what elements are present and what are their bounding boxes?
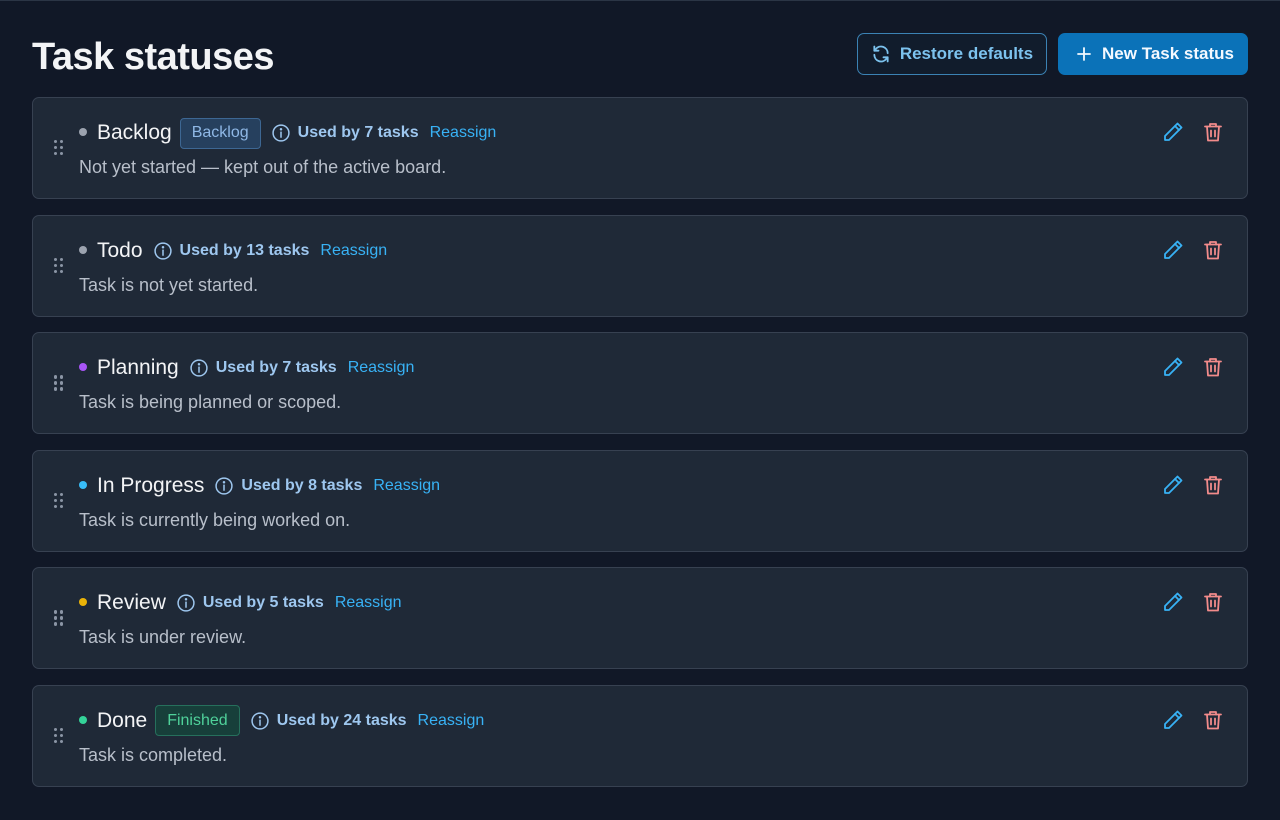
usage-count: Used by 7 tasks <box>297 124 419 141</box>
status-header: In Progress Used by 8 tasks Reassign <box>79 471 440 501</box>
usage-count: Used by 24 tasks <box>276 711 407 729</box>
status-header: Review Used by 5 tasks Reassign <box>79 588 402 618</box>
drag-handle-icon[interactable] <box>54 727 66 744</box>
info-icon[interactable] <box>214 476 234 496</box>
edit-button[interactable] <box>1161 120 1185 144</box>
status-badge: Finished <box>155 705 240 737</box>
status-description: Task is being planned or scoped. <box>79 392 342 413</box>
edit-button[interactable] <box>1161 473 1185 497</box>
status-name: Todo <box>97 238 143 262</box>
status-card: Done Finished Used by 24 tasks Reassign … <box>32 684 1248 787</box>
info-icon[interactable] <box>153 241 173 261</box>
header-actions: Restore defaults New Task status <box>856 33 1248 75</box>
status-description: Task is completed. <box>79 744 228 765</box>
status-color-dot <box>79 128 87 136</box>
edit-button[interactable] <box>1161 238 1185 262</box>
status-description: Task is currently being worked on. <box>79 509 351 530</box>
new-task-status-label: New Task status <box>1102 44 1234 63</box>
status-color-dot <box>79 715 87 724</box>
status-header: Planning Used by 7 tasks Reassign <box>79 353 414 383</box>
page-title: Task statuses <box>32 35 275 78</box>
status-color-dot <box>79 598 87 607</box>
info-icon[interactable] <box>176 593 196 613</box>
status-card: Backlog Backlog Used by 7 tasks Reassign… <box>32 97 1248 199</box>
info-icon[interactable] <box>189 358 209 378</box>
drag-handle-icon[interactable] <box>54 492 66 509</box>
reassign-link[interactable]: Reassign <box>320 242 387 260</box>
reassign-link[interactable]: Reassign <box>348 359 415 377</box>
reassign-link[interactable]: Reassign <box>335 594 402 612</box>
reassign-link[interactable]: Reassign <box>430 124 497 142</box>
status-description: Task is under review. <box>79 627 247 648</box>
delete-button[interactable] <box>1201 473 1225 497</box>
restore-defaults-button[interactable]: Restore defaults <box>856 33 1048 75</box>
edit-button[interactable] <box>1161 590 1185 614</box>
status-card: Todo Used by 13 tasks Reassign Task is n… <box>32 214 1248 317</box>
usage-count: Used by 13 tasks <box>179 241 310 259</box>
edit-button[interactable] <box>1161 708 1185 732</box>
top-divider <box>0 0 1280 1</box>
info-icon[interactable] <box>250 711 270 731</box>
status-name: In Progress <box>97 473 205 497</box>
edit-button[interactable] <box>1161 355 1185 379</box>
status-header: Backlog Backlog Used by 7 tasks Reassign <box>79 117 497 149</box>
reassign-link[interactable]: Reassign <box>418 712 485 730</box>
status-color-dot <box>79 245 87 254</box>
status-header: Done Finished Used by 24 tasks Reassign <box>79 705 485 737</box>
restore-defaults-label: Restore defaults <box>899 44 1034 63</box>
status-card: Review Used by 5 tasks Reassign Task is … <box>32 567 1248 670</box>
page-header: Task statuses Restore defaults New Task … <box>32 32 1248 78</box>
delete-button[interactable] <box>1201 590 1225 614</box>
status-badge: Backlog <box>179 117 261 149</box>
status-color-dot <box>79 363 87 372</box>
plus-icon <box>1077 47 1091 61</box>
status-name: Done <box>97 708 148 732</box>
delete-button[interactable] <box>1201 355 1225 379</box>
status-card: In Progress Used by 8 tasks Reassign Tas… <box>32 449 1248 552</box>
usage-count: Used by 7 tasks <box>215 359 337 377</box>
status-header: Todo Used by 13 tasks Reassign <box>79 236 387 266</box>
status-name: Backlog <box>97 121 172 144</box>
drag-handle-icon[interactable] <box>54 140 66 156</box>
drag-handle-icon[interactable] <box>54 257 66 274</box>
status-list: Backlog Backlog Used by 7 tasks Reassign… <box>32 97 1248 803</box>
status-color-dot <box>79 480 87 489</box>
usage-count: Used by 5 tasks <box>202 594 324 612</box>
usage-count: Used by 8 tasks <box>241 476 363 494</box>
status-description: Task is not yet started. <box>79 274 259 295</box>
drag-handle-icon[interactable] <box>54 375 66 391</box>
refresh-icon <box>873 45 889 63</box>
reassign-link[interactable]: Reassign <box>373 477 440 495</box>
delete-button[interactable] <box>1201 238 1225 262</box>
new-task-status-button[interactable]: New Task status <box>1058 33 1248 75</box>
drag-handle-icon[interactable] <box>54 610 66 626</box>
delete-button[interactable] <box>1201 120 1225 144</box>
status-name: Planning <box>97 356 179 380</box>
info-icon[interactable] <box>271 123 291 143</box>
delete-button[interactable] <box>1201 708 1225 732</box>
status-name: Review <box>97 591 166 615</box>
status-card: Planning Used by 7 tasks Reassign Task i… <box>32 332 1248 435</box>
status-description: Not yet started — kept out of the active… <box>79 157 447 177</box>
